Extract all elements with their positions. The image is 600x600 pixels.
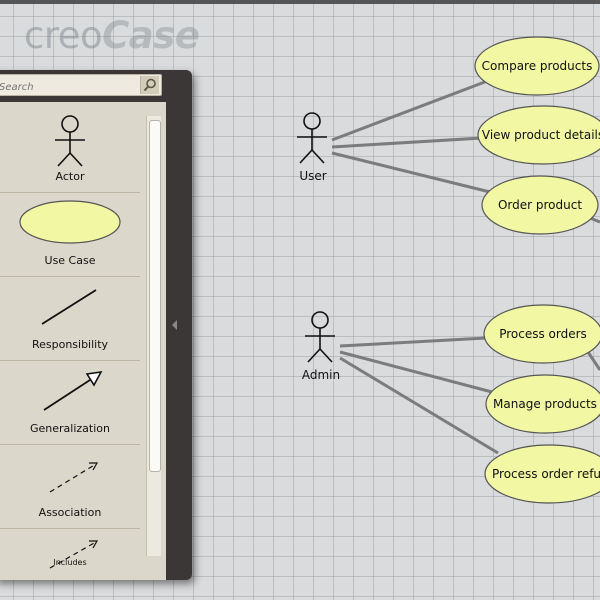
includes-icon bbox=[49, 540, 99, 569]
connector-user-order[interactable] bbox=[331, 151, 495, 195]
actor-user-leg-right bbox=[311, 149, 325, 164]
palette-scrollbar[interactable] bbox=[146, 116, 161, 556]
connector-admin-process[interactable] bbox=[339, 336, 487, 348]
palette-item-label: Generalization bbox=[30, 422, 110, 435]
collapse-panel-arrow-icon[interactable] bbox=[172, 320, 177, 330]
palette-item-use-case[interactable]: Use Case bbox=[0, 192, 140, 277]
actor-user[interactable] bbox=[297, 112, 327, 164]
palette-scroll-thumb[interactable] bbox=[149, 120, 161, 472]
use-case-label: View product details bbox=[482, 128, 600, 142]
connector-process-offscreen bbox=[586, 351, 600, 371]
palette-item-responsibility[interactable]: Responsibility bbox=[0, 276, 140, 361]
use-case-process-order-refund[interactable]: Process order refund bbox=[484, 444, 600, 504]
actor-icon bbox=[55, 115, 85, 167]
connector-user-compare[interactable] bbox=[331, 78, 491, 142]
palette-item-label: Association bbox=[38, 506, 102, 519]
element-palette: Actor Use Case Responsibility Generaliza… bbox=[0, 70, 192, 580]
palette-item-label: Actor bbox=[55, 170, 85, 183]
use-case-view-product-details[interactable]: View product details bbox=[477, 105, 600, 165]
use-case-label: Compare products bbox=[482, 59, 593, 73]
palette-item-label: Includes bbox=[53, 558, 87, 567]
palette-item-label: Responsibility bbox=[31, 338, 109, 351]
palette-search-box bbox=[0, 74, 162, 97]
search-icon[interactable] bbox=[140, 76, 159, 94]
palette-item-label: Use Case bbox=[44, 254, 96, 267]
connector-user-view[interactable] bbox=[331, 136, 483, 149]
use-case-icon bbox=[19, 200, 121, 244]
use-case-order-product[interactable]: Order product bbox=[481, 175, 599, 235]
use-case-label: Process order refund bbox=[492, 467, 600, 481]
palette-item-generalization[interactable]: Generalization bbox=[0, 360, 140, 445]
use-case-label: Process orders bbox=[499, 327, 587, 341]
palette-item-includes[interactable]: Includes bbox=[0, 528, 140, 580]
use-case-process-orders[interactable]: Process orders bbox=[483, 304, 600, 364]
actor-admin-head bbox=[311, 311, 329, 329]
actor-admin[interactable] bbox=[305, 311, 335, 363]
palette-search-input[interactable] bbox=[0, 78, 129, 97]
association-icon bbox=[49, 462, 99, 493]
palette-item-actor[interactable]: Actor bbox=[0, 108, 140, 193]
actor-user-label: User bbox=[299, 169, 326, 183]
responsibility-icon bbox=[41, 289, 97, 325]
generalization-icon bbox=[43, 370, 103, 411]
use-case-manage-products[interactable]: Manage products bbox=[485, 374, 600, 434]
palette-list: Actor Use Case Responsibility Generaliza… bbox=[0, 102, 166, 580]
actor-user-leg-left bbox=[299, 149, 313, 164]
actor-admin-label: Admin bbox=[302, 368, 340, 382]
use-case-compare-products[interactable]: Compare products bbox=[474, 36, 600, 96]
actor-user-head bbox=[303, 112, 321, 130]
use-case-label: Manage products bbox=[493, 397, 597, 411]
actor-admin-leg-left bbox=[307, 348, 321, 363]
actor-admin-leg-right bbox=[319, 348, 333, 363]
use-case-label: Order product bbox=[498, 198, 582, 212]
palette-item-association[interactable]: Association bbox=[0, 444, 140, 529]
